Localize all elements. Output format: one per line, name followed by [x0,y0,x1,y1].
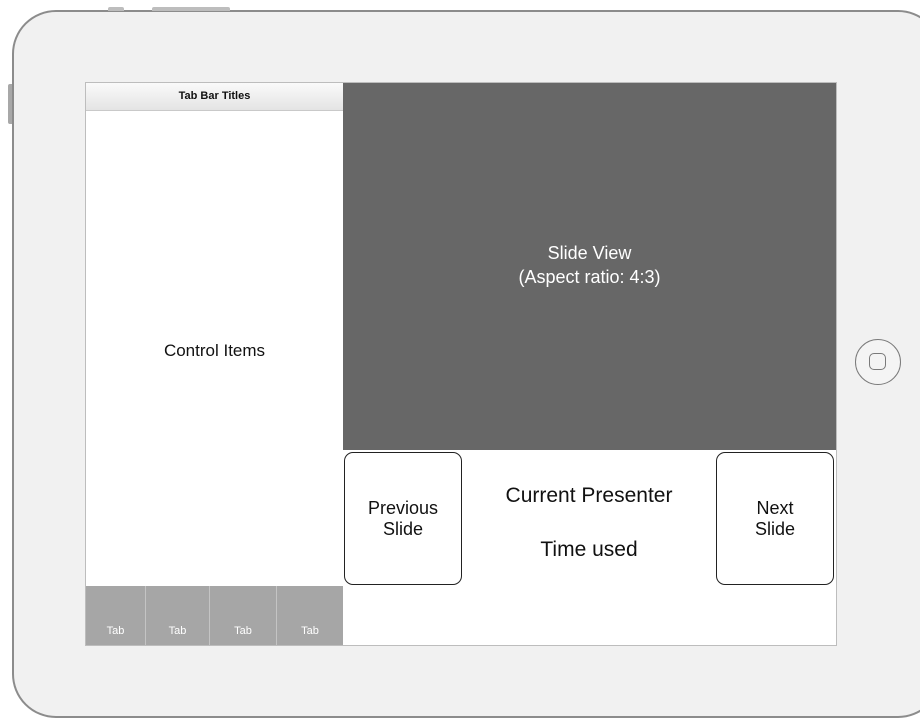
slide-view-title: Slide View [547,243,632,263]
previous-slide-button[interactable]: Previous Slide [344,452,462,585]
previous-slide-label-line1: Previous [367,497,439,518]
tab-1[interactable]: Tab [86,586,146,645]
control-items-placeholder: Control Items [163,341,266,360]
left-control-panel: Tab Bar Titles Control Items Tab Tab Tab… [86,83,343,645]
time-used-label: Time used [540,538,638,561]
ipad-screen: Tab Bar Titles Control Items Tab Tab Tab… [85,82,837,646]
volume-button-icon [108,7,124,11]
next-slide-button[interactable]: Next Slide [716,452,834,585]
tab-label: Tab [301,625,319,637]
stage: Tab Bar Titles Control Items Tab Tab Tab… [0,0,920,721]
previous-slide-label-line2: Slide [382,518,424,539]
tab-bar-title: Tab Bar Titles [86,83,343,111]
current-presenter-label: Current Presenter [505,484,673,507]
slide-view[interactable]: Slide View (Aspect ratio: 4:3) [343,83,836,450]
next-slide-label-line2: Slide [754,518,796,539]
tab-4[interactable]: Tab [277,586,343,645]
tab-label: Tab [234,625,252,637]
slide-view-subtitle: (Aspect ratio: 4:3) [518,267,661,287]
tab-bar: Tab Tab Tab Tab [86,586,343,645]
home-button-square-icon [869,353,886,370]
tab-2[interactable]: Tab [146,586,210,645]
tab-label: Tab [168,625,187,637]
next-slide-label-line1: Next [756,497,794,518]
home-button-icon[interactable] [855,339,901,385]
side-switch-icon [8,84,12,124]
power-button-icon [152,7,230,11]
tab-3[interactable]: Tab [210,586,277,645]
tab-label: Tab [106,625,125,637]
